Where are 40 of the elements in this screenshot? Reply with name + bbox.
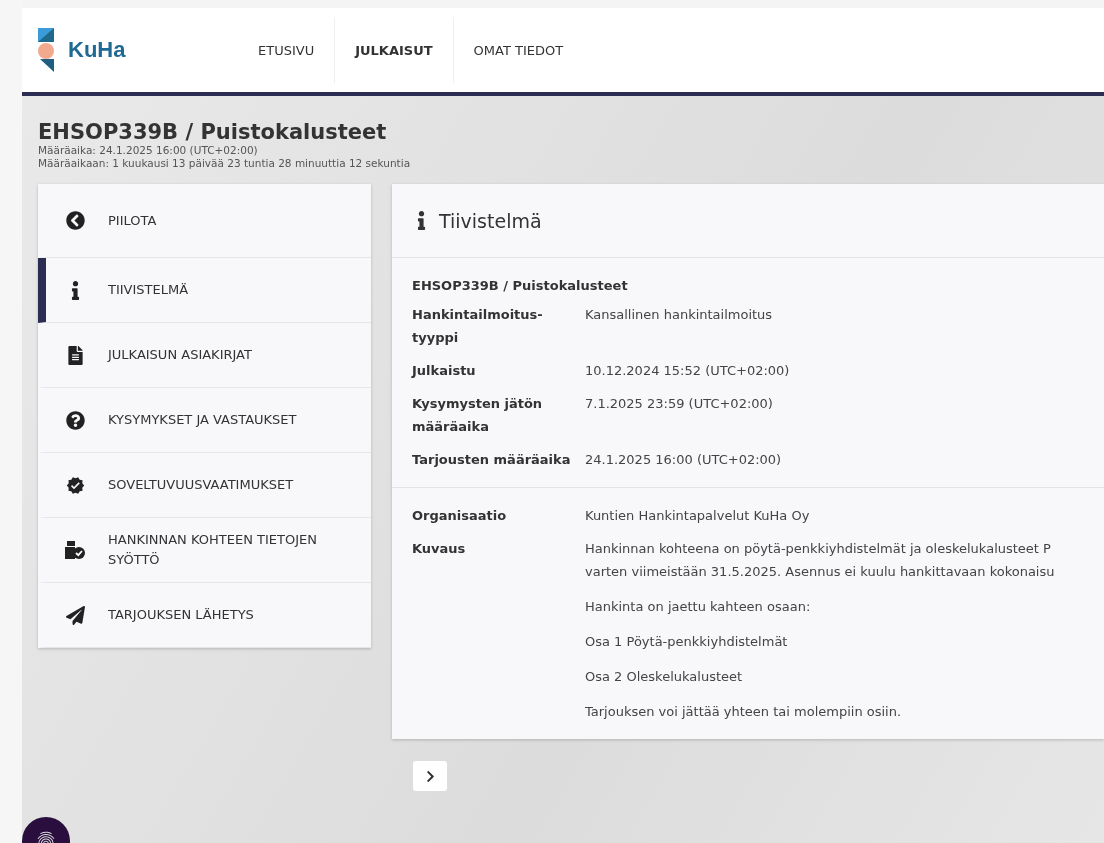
description-paragraph: Hankinta on jaettu kahteen osaan: bbox=[585, 598, 812, 616]
description-paragraph: Osa 2 Oleskelukalusteet bbox=[585, 668, 744, 686]
box-check-icon bbox=[64, 541, 86, 559]
sidebar-item[interactable]: TARJOUKSEN LÄHETYS bbox=[38, 583, 371, 648]
send-icon bbox=[64, 605, 86, 625]
field-value: 10.12.2024 15:52 (UTC+02:00) bbox=[585, 362, 791, 380]
field-label: Kuvaus bbox=[412, 540, 467, 558]
field-value: Kansallinen hankintailmoitus bbox=[585, 306, 774, 324]
nav-link[interactable]: OMAT TIEDOT bbox=[453, 17, 584, 83]
field-value: Kuntien Hankintapalvelut KuHa Oy bbox=[585, 507, 811, 525]
description-paragraph: Tarjouksen voi jättää yhteen tai molempiin osiin. bbox=[585, 703, 903, 721]
field-label: Tarjousten määräaika bbox=[412, 451, 572, 469]
card-title-text: Tiivistelmä bbox=[439, 209, 542, 232]
field-value: 24.1.2025 16:00 (UTC+02:00) bbox=[585, 451, 783, 469]
nav-link[interactable]: ETUSIVU bbox=[238, 17, 335, 83]
description-line: Hankinnan kohteena on pöytä-penkkiyhdistelmät ja oleskelukalusteet P bbox=[585, 540, 1052, 558]
deadline-text: Määräaika: 24.1.2025 16:00 (UTC+02:00) bbox=[38, 144, 259, 157]
sidebar-item[interactable]: PIILOTA bbox=[38, 184, 371, 258]
description-paragraph: Osa 1 Pöytä-penkkiyhdistelmät bbox=[585, 633, 789, 651]
sidebar-item[interactable]: HANKINNAN KOHTEEN TIETOJEN SYÖTTÖ bbox=[38, 518, 371, 583]
field-label: Kysymysten jätön määräaika bbox=[412, 395, 544, 436]
summary-subtitle: EHSOP339B / Puistokalusteet bbox=[412, 278, 629, 293]
sidebar-item[interactable]: JULKAISUN ASIAKIRJAT bbox=[38, 323, 371, 388]
field-label: Julkaistu bbox=[412, 362, 477, 380]
check-badge-icon bbox=[64, 475, 86, 495]
sidebar-item[interactable]: TIIVISTELMÄ bbox=[38, 258, 371, 323]
back-icon bbox=[64, 211, 86, 230]
logo-text: KuHa bbox=[68, 37, 126, 63]
countdown-text: Määräaikaan: 1 kuukausi 13 päivää 23 tuntia 28 minuuttia 12 sekuntia bbox=[38, 157, 412, 170]
description-line: varten viimeistään 31.5.2025. Asennus ei kuulu hankittavaan kokonaisu bbox=[585, 563, 1056, 581]
nav-link[interactable]: JULKAISUT bbox=[334, 17, 454, 83]
sidebar-item[interactable]: SOVELTUVUUSVAATIMUKSET bbox=[38, 453, 371, 518]
sidebar-item[interactable]: KYSYMYKSET JA VASTAUKSET bbox=[38, 388, 371, 453]
page-title: EHSOP339B / Puistokalusteet bbox=[38, 120, 388, 144]
field-label: Organisaatio bbox=[412, 507, 508, 525]
question-icon bbox=[64, 410, 86, 430]
logo-icon bbox=[38, 28, 56, 72]
field-label: Hankintailmoitus-tyyppi bbox=[412, 306, 544, 347]
field-value: 7.1.2025 23:59 (UTC+02:00) bbox=[585, 395, 774, 413]
next-button[interactable] bbox=[413, 761, 447, 791]
